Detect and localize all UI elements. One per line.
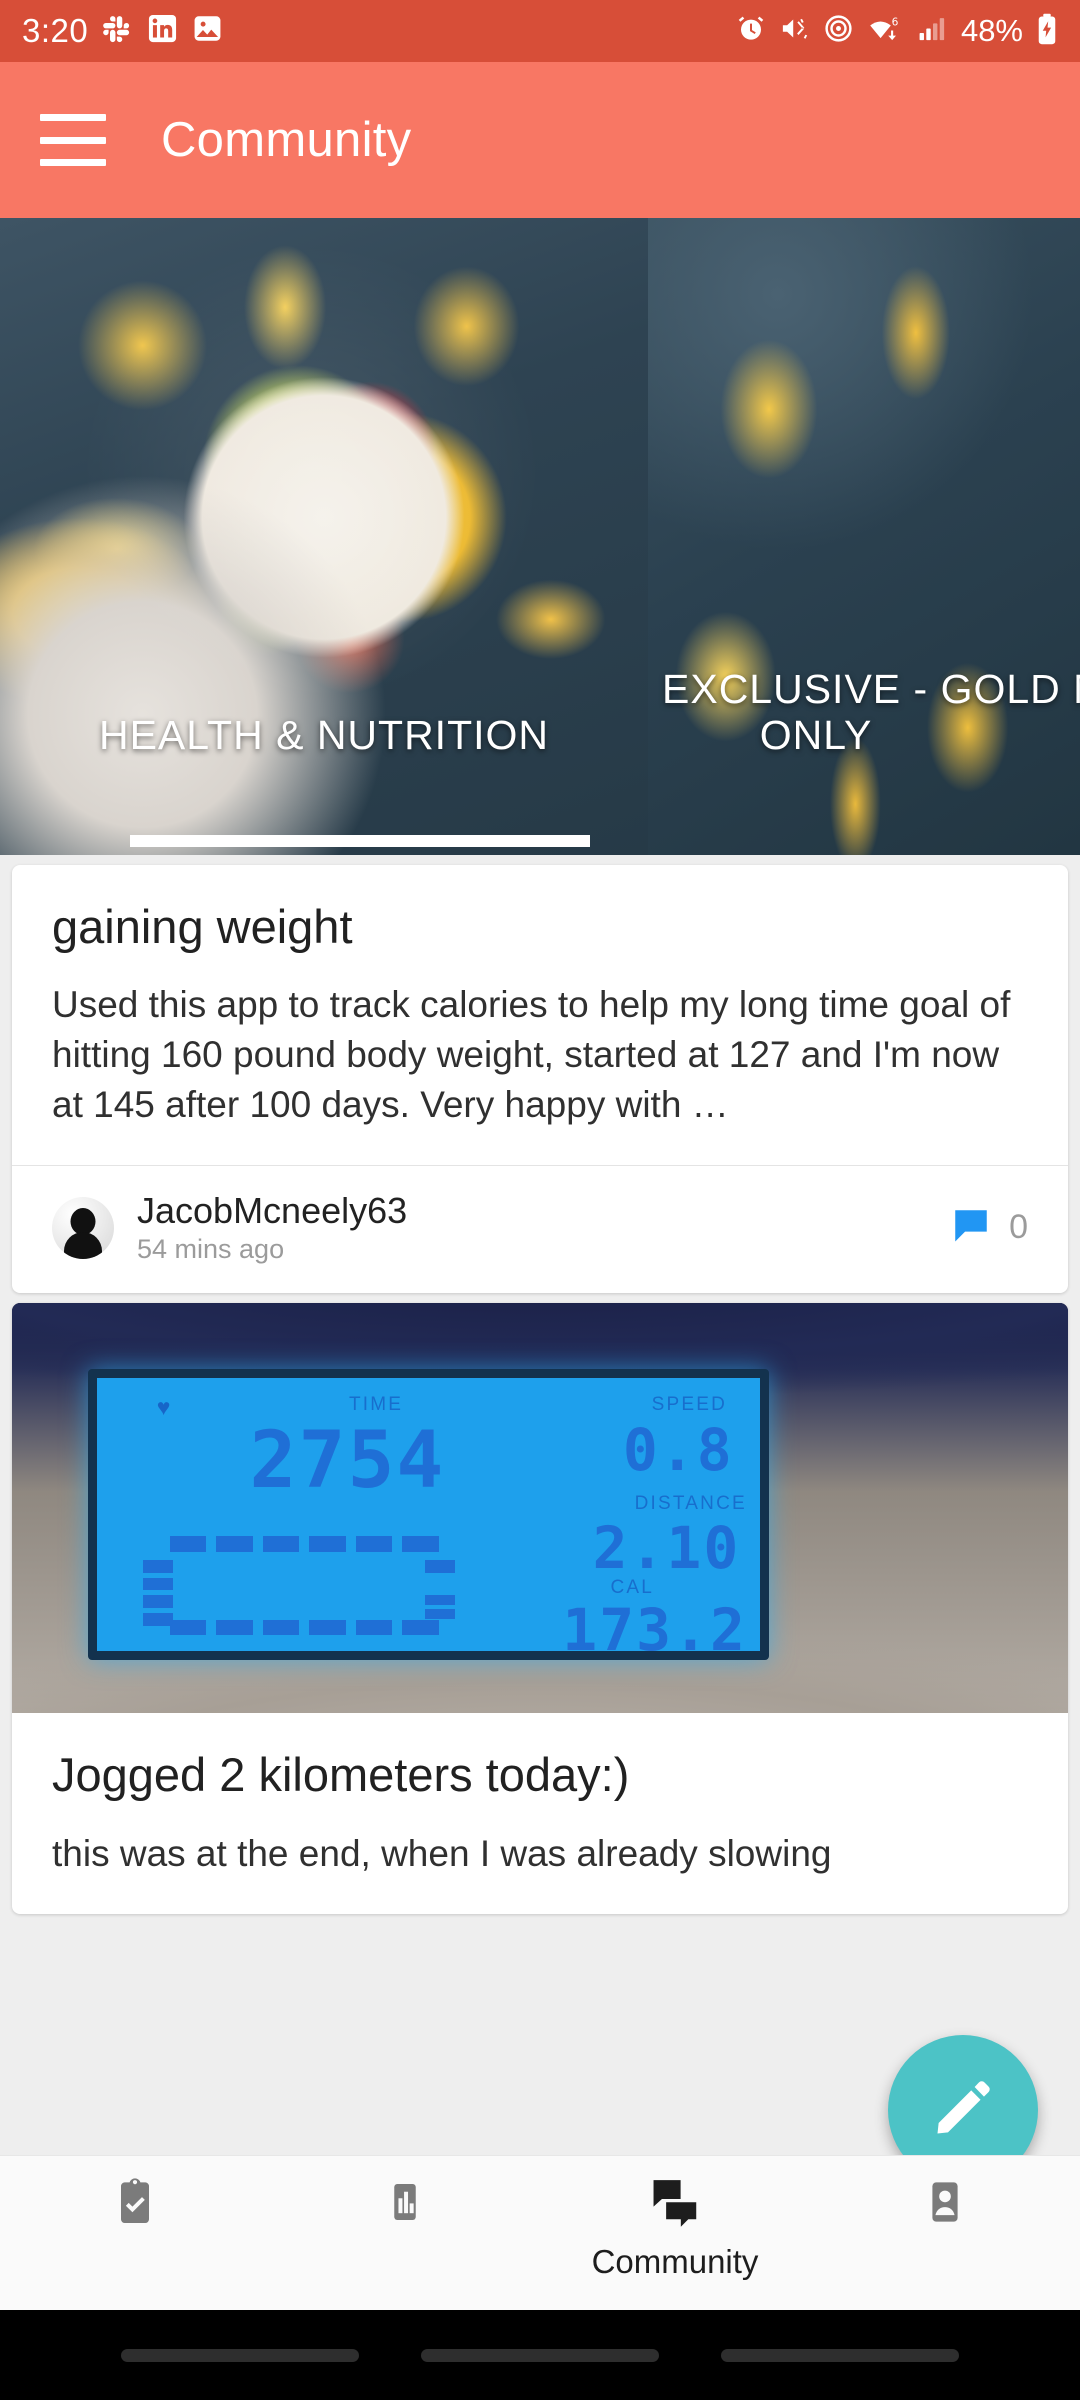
post-content: Jogged 2 kilometers today:) this was at … — [12, 1713, 1068, 1914]
battery-charging-icon — [1036, 13, 1058, 50]
post-card[interactable]: ♥ TIME 2754 SPEED 0.8 DISTANCE 2.10 CAL … — [12, 1303, 1068, 1915]
comment-count: 0 — [1009, 1208, 1028, 1247]
treadmill-console-photo: ♥ TIME 2754 SPEED 0.8 DISTANCE 2.10 CAL … — [12, 1303, 1068, 1714]
slack-icon — [102, 13, 133, 49]
carousel-slide-health-nutrition[interactable]: HEALTH & NUTRITION — [0, 218, 648, 855]
post-author-block: JacobMcneely63 54 mins ago — [137, 1192, 407, 1263]
comment-button[interactable]: 0 — [950, 1204, 1028, 1251]
status-clock: 3:20 — [22, 12, 89, 49]
post-text: this was at the end, when I was already … — [52, 1832, 832, 1874]
bottom-navigation-bar: Community — [0, 2155, 1080, 2310]
nav-label-community: Community — [591, 2243, 759, 2280]
alarm-icon — [736, 14, 766, 49]
lcd-time-value: 2754 — [249, 1416, 446, 1507]
hamburger-menu-icon[interactable] — [40, 114, 106, 166]
gesture-pill-home[interactable] — [421, 2348, 659, 2362]
post-footer: JacobMcneely63 54 mins ago 0 — [12, 1166, 1068, 1293]
pencil-icon — [929, 2074, 997, 2147]
post-text: Used this app to track calories to help … — [52, 984, 1011, 1125]
carousel-caption-line1: EXCLUSIVE - GOLD ME — [662, 666, 1080, 713]
status-bar: 3:20 6 48% — [0, 0, 1080, 62]
chat-community-icon — [647, 2174, 703, 2235]
featured-carousel[interactable]: HEALTH & NUTRITION EXCLUSIVE - GOLD ME O… — [0, 218, 1080, 855]
person-icon — [917, 2174, 973, 2235]
app-bar: Community — [0, 62, 1080, 218]
carousel-slide-caption: HEALTH & NUTRITION — [98, 712, 550, 759]
lcd-track-graphic — [143, 1536, 475, 1635]
nav-item-diary[interactable] — [0, 2156, 270, 2243]
nav-item-community[interactable]: Community — [540, 2156, 810, 2281]
post-author-name[interactable]: JacobMcneely63 — [137, 1192, 407, 1230]
post-card[interactable]: gaining weight Used this app to track ca… — [12, 865, 1068, 1294]
lcd-cal-value: 173.2 — [562, 1596, 747, 1661]
status-bar-left: 3:20 — [22, 12, 223, 50]
lcd-distance-value: 2.10 — [592, 1514, 741, 1583]
fruit-platter-photo — [0, 218, 648, 855]
photos-icon — [192, 13, 223, 49]
treadmill-lcd-display: ♥ TIME 2754 SPEED 0.8 DISTANCE 2.10 CAL … — [88, 1368, 770, 1661]
nav-item-profile[interactable] — [810, 2156, 1080, 2243]
carousel-page-indicator[interactable] — [130, 835, 590, 847]
carousel-slide-caption-gold: EXCLUSIVE - GOLD ME ONLY — [648, 666, 1080, 759]
post-title: gaining weight — [52, 900, 353, 953]
gold-members-photo — [648, 218, 1080, 855]
post-feed[interactable]: gaining weight Used this app to track ca… — [0, 855, 1080, 2245]
wifi-icon: 6 — [867, 13, 904, 49]
bar-chart-icon — [377, 2174, 433, 2235]
carousel-caption-line2: ONLY — [759, 712, 873, 759]
signal-icon — [917, 13, 948, 49]
android-gesture-bar — [0, 2310, 1080, 2400]
gesture-pill-back[interactable] — [121, 2348, 359, 2362]
battery-percentage: 48% — [960, 13, 1023, 48]
post-title: Jogged 2 kilometers today:) — [52, 1748, 630, 1802]
clipboard-check-icon — [107, 2174, 163, 2235]
linkedin-icon — [147, 13, 178, 49]
vibrate-icon — [779, 13, 810, 49]
avatar[interactable] — [52, 1196, 114, 1259]
lcd-time-label: TIME — [349, 1394, 404, 1416]
lcd-speed-value: 0.8 — [622, 1416, 734, 1485]
page-title: Community — [161, 113, 412, 167]
heart-icon: ♥ — [156, 1394, 171, 1421]
phone-screen: 3:20 6 48% Community HEALTH & NUTRITION … — [0, 0, 1080, 2400]
carousel-slide-gold-members[interactable]: EXCLUSIVE - GOLD ME ONLY — [648, 218, 1080, 855]
hotspot-icon — [823, 13, 854, 49]
post-content: gaining weight Used this app to track ca… — [12, 865, 1068, 1165]
nav-item-stats[interactable] — [270, 2156, 540, 2243]
post-timestamp: 54 mins ago — [137, 1233, 285, 1264]
gesture-pill-recents[interactable] — [721, 2348, 959, 2362]
svg-text:6: 6 — [892, 17, 899, 29]
status-bar-right: 6 48% — [736, 13, 1058, 50]
comment-icon — [950, 1204, 992, 1251]
lcd-distance-label: DISTANCE — [634, 1492, 747, 1514]
lcd-speed-label: SPEED — [651, 1394, 727, 1416]
